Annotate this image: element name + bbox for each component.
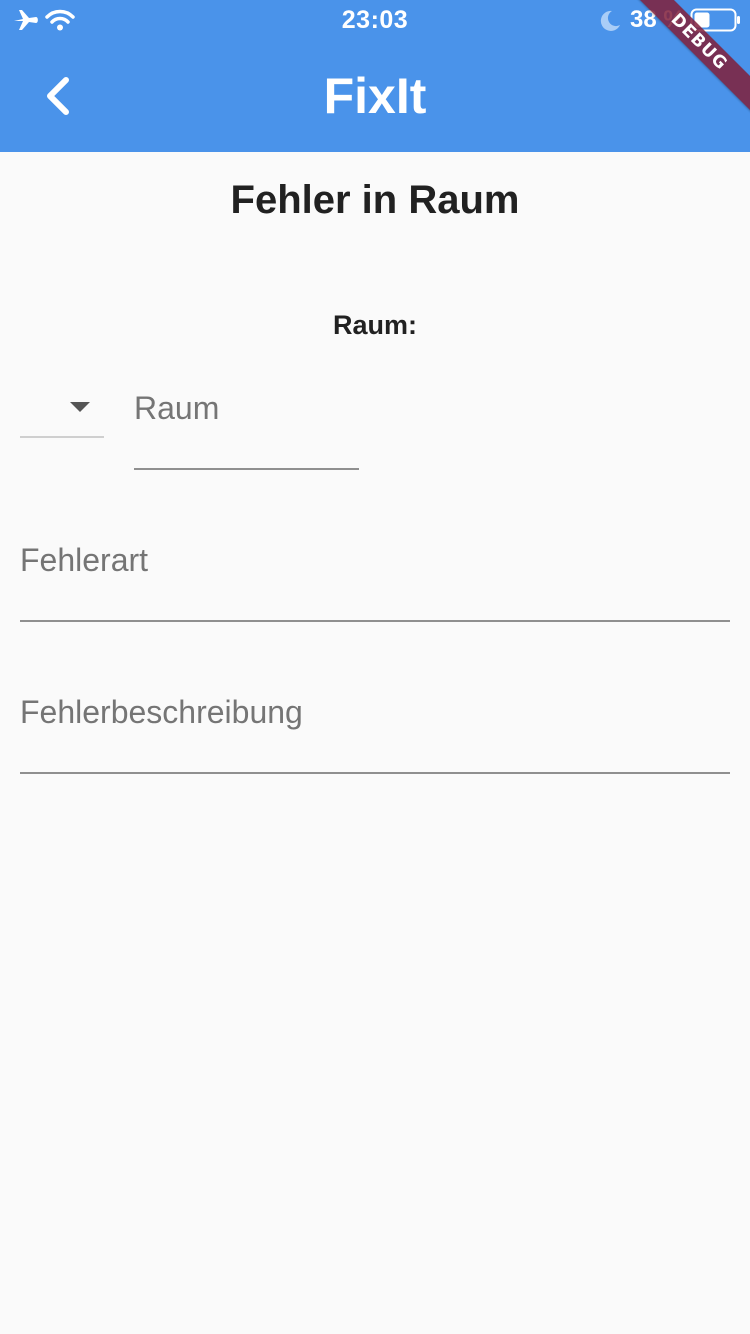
page-title: Fehler in Raum	[230, 178, 520, 222]
fehlerbeschreibung-input[interactable]: Fehlerbeschreibung	[20, 682, 730, 774]
app-title: FixIt	[323, 68, 427, 124]
header: 23:03 38 % FixIt DEBUG	[0, 0, 750, 152]
dropdown-arrow-icon	[70, 402, 90, 412]
fehlerart-input[interactable]: Fehlerart	[20, 530, 730, 622]
room-input[interactable]: Raum	[134, 378, 359, 470]
fehlerart-placeholder: Fehlerart	[20, 542, 149, 578]
status-bar: 23:03 38 %	[0, 0, 750, 40]
room-input-placeholder: Raum	[134, 390, 220, 426]
app-bar: FixIt	[0, 40, 750, 152]
fehlerbeschreibung-placeholder: Fehlerbeschreibung	[20, 694, 303, 730]
moon-icon	[600, 10, 620, 31]
room-dropdown[interactable]	[20, 378, 104, 438]
room-label: Raum:	[332, 310, 417, 340]
